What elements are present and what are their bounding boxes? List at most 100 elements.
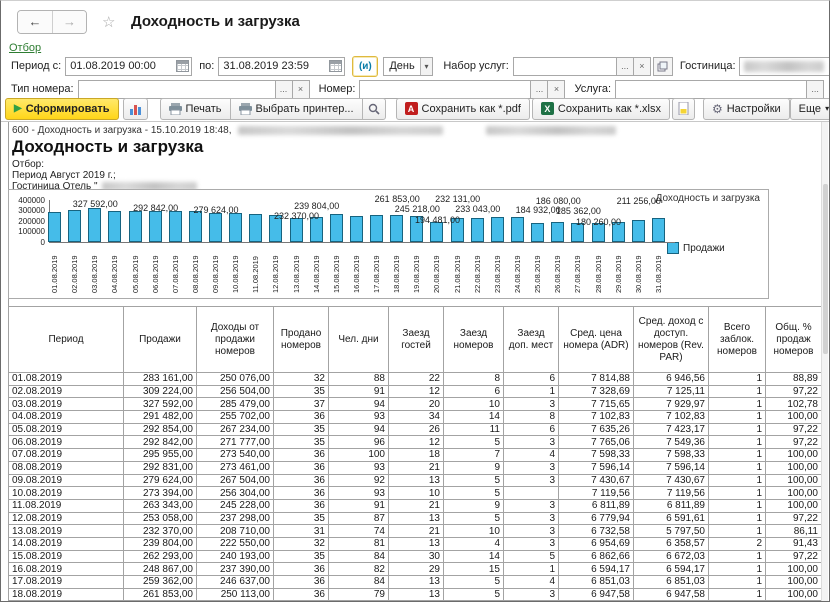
cell: 36	[274, 461, 329, 474]
cell: 262 293,00	[124, 550, 197, 563]
service-set-input[interactable]	[513, 57, 617, 76]
printer-icon	[239, 103, 252, 115]
filter-link[interactable]: Отбор	[9, 42, 41, 54]
cell: 6	[504, 373, 559, 386]
filter-row-1: Период с: 01.08.2019 00:00 по: 31.08.201…	[1, 56, 830, 76]
x-axis-label: 08.08.2019	[191, 245, 201, 293]
cell: 255 702,00	[197, 411, 274, 424]
cell: 7 328,69	[559, 385, 634, 398]
cell: 36	[274, 588, 329, 601]
back-arrow-icon: ←	[29, 14, 42, 29]
play-icon: ▶	[14, 103, 22, 114]
x-axis-label: 04.08.2019	[110, 245, 120, 293]
cell: 34	[389, 411, 444, 424]
save-pdf-button[interactable]: A Сохранить как *.pdf	[396, 98, 530, 120]
chart-bar	[370, 215, 383, 242]
preview-button[interactable]	[362, 98, 386, 120]
back-button[interactable]: ←	[18, 11, 52, 33]
period-to-input[interactable]: 31.08.2019 23:59	[218, 57, 345, 76]
cell: 100,00	[766, 487, 822, 500]
granularity-select[interactable]: День ▾	[383, 57, 433, 76]
x-axis-label: 21.08.2019	[453, 245, 463, 293]
cell: 279 624,00	[124, 474, 197, 487]
chart-bar	[290, 218, 303, 242]
x-axis-label: 11.08.2019	[251, 245, 261, 293]
x-axis-label: 13.08.2019	[292, 245, 302, 293]
cell: 35	[274, 436, 329, 449]
x-axis-label: 30.08.2019	[634, 245, 644, 293]
cell: 13	[389, 588, 444, 601]
chart-bar	[390, 215, 403, 242]
cell: 100,00	[766, 563, 822, 576]
choose-button[interactable]: ...	[616, 57, 634, 76]
cell: 14	[444, 550, 504, 563]
y-axis-tick: 100000	[9, 227, 45, 236]
period-variant-button[interactable]: (и)	[352, 56, 378, 77]
cell: 232 370,00	[124, 525, 197, 538]
save-document-button[interactable]	[672, 98, 695, 120]
save-xlsx-button[interactable]: X Сохранить как *.xlsx	[532, 98, 670, 120]
generate-button[interactable]: ▶ Сформировать	[5, 98, 119, 120]
page-title: Доходность и загрузка	[131, 13, 300, 30]
cell: 91	[329, 499, 389, 512]
copy-from-icon[interactable]	[653, 57, 673, 76]
x-axis-label: 06.08.2019	[151, 245, 161, 293]
vertical-scrollbar[interactable]	[821, 122, 828, 602]
table-row: 13.08.2019232 370,00208 710,003174211036…	[9, 525, 822, 538]
chart-bar	[430, 222, 443, 242]
table-row: 14.08.2019239 804,00222 550,00328113436 …	[9, 537, 822, 550]
calendar-icon[interactable]	[329, 60, 342, 72]
cell: 15	[444, 563, 504, 576]
cell: 1	[709, 398, 766, 411]
header-row: ПериодПродажиДоходы от продажи номеровПр…	[9, 307, 822, 373]
service-set-label: Набор услуг:	[443, 60, 509, 72]
cell: 88,89	[766, 373, 822, 386]
cell: 20	[389, 398, 444, 411]
cell: 1	[709, 588, 766, 601]
cell: 93	[329, 461, 389, 474]
choose-printer-button[interactable]: Выбрать принтер...	[230, 98, 363, 120]
cell: 267 504,00	[197, 474, 274, 487]
column-header: Общ. % продаж номеров	[766, 307, 822, 373]
redacted-meta	[238, 126, 443, 135]
forward-button[interactable]: →	[52, 11, 86, 33]
cell: 5	[444, 487, 504, 500]
cell: 10	[444, 398, 504, 411]
cell: 36	[274, 411, 329, 424]
column-header: Заезд гостей	[389, 307, 444, 373]
scrollbar-thumb[interactable]	[823, 184, 828, 354]
clear-button[interactable]: ×	[633, 57, 651, 76]
period-from-input[interactable]: 01.08.2019 00:00	[65, 57, 192, 76]
cell: 30	[389, 550, 444, 563]
more-button[interactable]: Еще ▾	[790, 98, 830, 120]
cell: 21	[389, 499, 444, 512]
cell: 97,22	[766, 550, 822, 563]
y-axis-tick: 200000	[9, 217, 45, 226]
calendar-icon[interactable]	[176, 60, 189, 72]
favorite-star-icon[interactable]: ☆	[102, 13, 115, 31]
table-row: 01.08.2019283 161,00250 076,00328822867 …	[9, 373, 822, 386]
cell: 31	[274, 525, 329, 538]
bar-chart-icon	[129, 103, 142, 115]
cell: 100,00	[766, 461, 822, 474]
x-axis-label: 02.08.2019	[70, 245, 80, 293]
cell: 88	[329, 373, 389, 386]
cell: 273 540,00	[197, 449, 274, 462]
x-axis-label: 09.08.2019	[211, 245, 221, 293]
cell: 256 304,00	[197, 487, 274, 500]
cell: 81	[329, 537, 389, 550]
y-axis-tick: 300000	[9, 206, 45, 215]
hotel-input[interactable]	[739, 57, 830, 76]
bar-value-label: 327 592,00	[64, 199, 126, 209]
settings-button[interactable]: ⚙ Настройки	[703, 98, 790, 120]
cell: 6	[444, 385, 504, 398]
print-button[interactable]: Печать	[160, 98, 231, 120]
x-axis-label: 18.08.2019	[392, 245, 402, 293]
chart-settings-button[interactable]	[123, 98, 148, 120]
chevron-down-icon: ▾	[420, 58, 433, 75]
cell: 5 797,50	[634, 525, 709, 538]
chart-bar	[129, 211, 142, 242]
cell: 84	[329, 576, 389, 589]
cell: 36	[274, 449, 329, 462]
cell: 1	[709, 461, 766, 474]
